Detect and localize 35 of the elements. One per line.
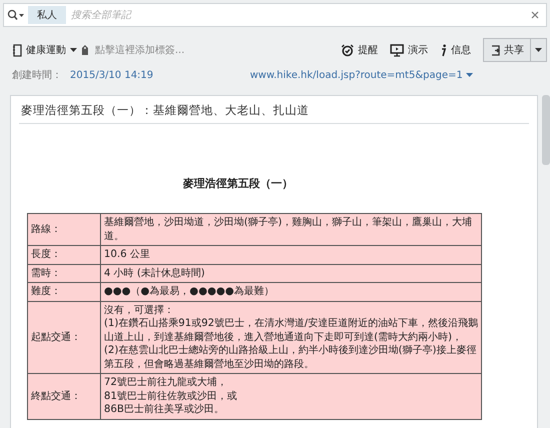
toolbar-button[interactable]: 提醒 <box>339 43 380 57</box>
share-icon <box>490 44 501 56</box>
created-label: 創建時間： <box>12 68 62 82</box>
search-icon[interactable] <box>7 9 25 21</box>
info-icon <box>440 44 447 56</box>
caret-icon[interactable] <box>535 48 542 52</box>
caret-icon <box>70 48 77 52</box>
table-cell: 起點交通： <box>28 301 100 374</box>
screen-icon <box>390 44 404 56</box>
table-cell: 4 小時 (未計休息時間) <box>100 264 482 282</box>
table-cell: 72號巴士前往九龍或大埔， 81號巴士前往佐敦或沙田，或 86B巴士前往美孚或沙田。 <box>100 374 482 419</box>
tag-field[interactable]: 點擊這裡添加標簽... <box>93 44 217 56</box>
table-cell: ●●●（●為最易，●●●●●為最難） <box>100 282 482 301</box>
alarm-clock-icon <box>341 44 354 56</box>
notebook-dropdown[interactable]: 健康運動 <box>26 43 77 57</box>
toolbar-button[interactable]: 信息 <box>438 43 473 57</box>
table-cell: 長度： <box>28 246 100 264</box>
table-cell: 需時： <box>28 264 100 282</box>
created-date: 2015/3/10 14:19 <box>70 70 154 80</box>
share-button[interactable]: 共享 <box>483 38 547 62</box>
source-link[interactable]: www.hike.hk/load.jsp?route=mt5&page=1 <box>250 70 463 80</box>
caret-icon[interactable] <box>466 73 473 77</box>
tag-icon <box>81 44 89 56</box>
note-title[interactable]: 麥理浩徑第五段（一）：基維爾營地、大老山、扎山道 <box>19 96 529 124</box>
table-cell: 沒有，可選擇： (1)在鑽石山搭乘91或92號巴士，在清水灣道/安達臣道附近的油站下車，然後沿飛鵝 山道上山，到達基維爾營地後，進入營地通道向下走即可到達(需時大約兩小時)， (2)在慈雲山北巴士總站旁的山路拾級上山，約半小時後到達沙田坳(獅子亭)接上麥徑 第五段，但會略過基維爾營地至沙田坳的路段。 <box>100 301 482 374</box>
table-cell: 路線： <box>28 214 100 246</box>
toolbar-button[interactable]: 演示 <box>388 43 430 57</box>
notebook-icon <box>12 44 22 56</box>
table-cell: 基維爾營地，沙田坳道，沙田坳(獅子亭)，雞胸山，獅子山，筆架山，鷹巢山，大埔 道。 <box>100 214 482 246</box>
table-cell: 10.6 公里 <box>100 246 482 264</box>
scope-tag[interactable]: 私人 <box>28 6 66 24</box>
table-cell: 難度： <box>28 282 100 301</box>
table-cell: 終點交通： <box>28 374 100 419</box>
close-icon[interactable] <box>531 11 539 19</box>
note-heading: 麥理浩徑第五段（一） <box>182 176 294 191</box>
